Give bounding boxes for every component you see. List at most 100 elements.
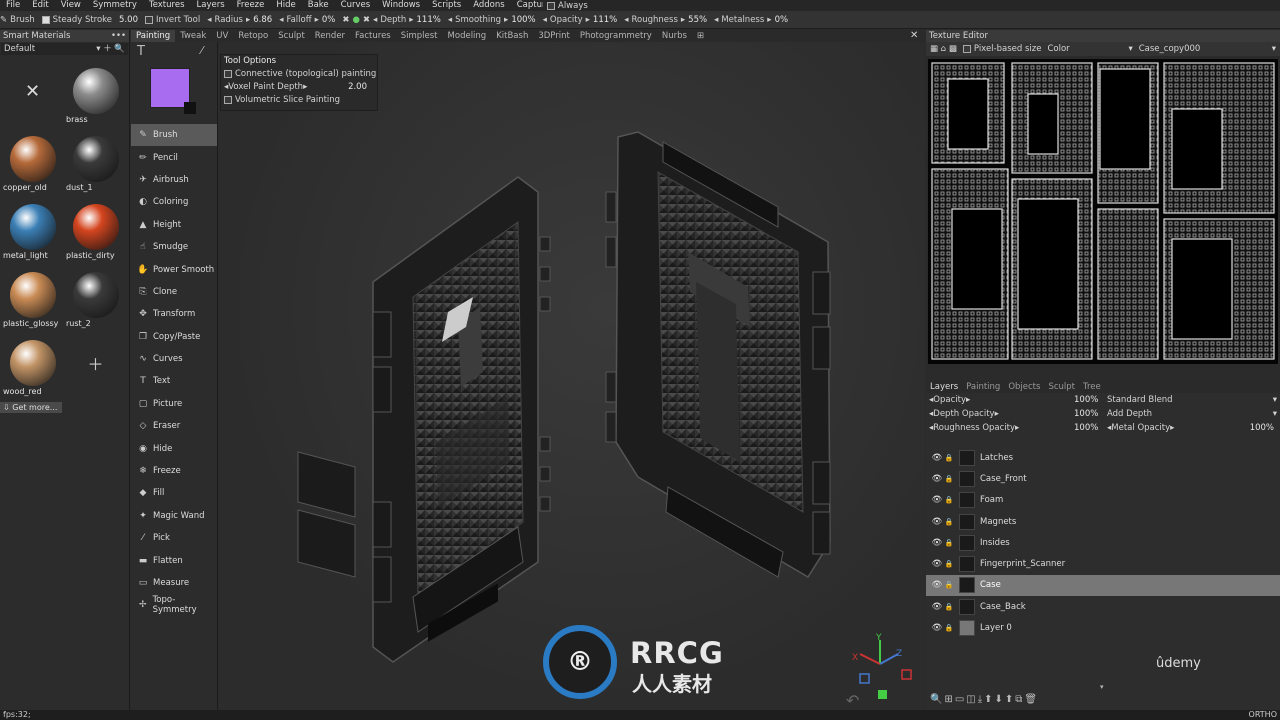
roughness-opacity-row[interactable]: ◂Roughness Opacity▸ 100% ◂Metal Opacity▸… <box>926 421 1280 435</box>
tab-tweak[interactable]: Tweak <box>175 30 211 42</box>
roughness-slider[interactable]: ◂ Roughness ▸ 55% <box>624 15 707 25</box>
opacity-row[interactable]: ◂Opacity▸ 100% Standard Blend ▾ <box>926 393 1280 407</box>
grid-icon[interactable]: ▦ ⌂ ▩ <box>930 44 957 54</box>
material-item[interactable]: metal_light <box>1 193 64 261</box>
smart-materials-preset-select[interactable]: Default ▾ ＋ 🔍 <box>1 43 128 55</box>
brush-tool-indicator[interactable]: ✎ Brush <box>0 15 35 25</box>
visibility-eye-icon[interactable]: 👁 <box>930 538 944 548</box>
material-item[interactable]: dust_1 <box>64 125 127 193</box>
tool-magic-wand[interactable]: ✦ Magic Wand <box>131 505 217 527</box>
tool-copy-paste[interactable]: ❐ Copy/Paste <box>131 326 217 348</box>
menu-item-layers[interactable]: Layers <box>191 0 231 11</box>
tab-sculpt[interactable]: Sculpt <box>273 30 310 42</box>
secondary-color-swatch[interactable] <box>184 102 196 114</box>
layer-actions-toolbar[interactable]: 🔍⊞▭◫⤓⬆⬇⬆⧉🗑 <box>930 694 1039 705</box>
material-item[interactable]: rust_2 <box>64 261 127 329</box>
tool-transform[interactable]: ✥ Transform <box>131 303 217 325</box>
tool-airbrush[interactable]: ✈ Airbrush <box>131 169 217 191</box>
lock-icon[interactable]: 🔒 <box>944 603 954 611</box>
layer-row[interactable]: 👁 🔒 Case_Front <box>926 468 1280 489</box>
pixel-based-size-toggle[interactable]: Pixel-based size <box>962 44 1041 54</box>
depth-opacity-row[interactable]: ◂Depth Opacity▸ 100% Add Depth ▾ <box>926 407 1280 421</box>
close-icon[interactable]: ✕ <box>910 30 918 41</box>
visibility-eye-icon[interactable]: 👁 <box>930 602 944 612</box>
menu-item-hide[interactable]: Hide <box>270 0 301 11</box>
texture-select[interactable]: Case_copy000 <box>1139 44 1201 54</box>
visibility-eye-icon[interactable]: 👁 <box>930 495 944 505</box>
blend-mode-select[interactable]: Standard Blend <box>1107 395 1173 405</box>
tab-modeling[interactable]: Modeling <box>443 30 492 42</box>
menu-item-symmetry[interactable]: Symmetry <box>87 0 143 11</box>
lock-icon[interactable]: 🔒 <box>944 539 954 547</box>
tool-pencil[interactable]: ✏ Pencil <box>131 146 217 168</box>
material-item[interactable]: wood_red <box>1 329 64 397</box>
layers-tab-layers[interactable]: Layers <box>926 382 962 392</box>
close-icon[interactable]: ✕ <box>25 81 40 102</box>
tab-uv[interactable]: UV <box>211 30 233 42</box>
menu-item-view[interactable]: View <box>55 0 87 11</box>
tab-painting[interactable]: Painting <box>131 30 176 42</box>
layer-row[interactable]: 👁 🔒 Fingerprint_Scanner <box>926 553 1280 574</box>
layers-tab-painting[interactable]: Painting <box>962 382 1004 392</box>
lock-icon[interactable]: 🔒 <box>944 475 954 483</box>
menu-item-freeze[interactable]: Freeze <box>231 0 271 11</box>
visibility-eye-icon[interactable]: 👁 <box>930 580 944 590</box>
layer-row[interactable]: 👁 🔒 Case_Back <box>926 596 1280 617</box>
menu-item-windows[interactable]: Windows <box>376 0 426 11</box>
visibility-eye-icon[interactable]: 👁 <box>930 517 944 527</box>
depth-slider[interactable]: ✖ ● ✖ ◂ Depth ▸ 111% <box>342 15 440 25</box>
steady-stroke-toggle[interactable]: Steady Stroke <box>41 15 112 25</box>
tab-photogrammetry[interactable]: Photogrammetry <box>575 30 657 42</box>
tool-pick[interactable]: ⁄ Pick <box>131 527 217 549</box>
material-item[interactable]: copper_old <box>1 125 64 193</box>
visibility-eye-icon[interactable]: 👁 <box>930 453 944 463</box>
menu-item-file[interactable]: File <box>0 0 26 11</box>
menu-item-edit[interactable]: Edit <box>26 0 54 11</box>
tool-eraser[interactable]: ◇ Eraser <box>131 415 217 437</box>
lock-icon[interactable]: 🔒 <box>944 624 954 632</box>
lock-icon[interactable]: 🔒 <box>944 560 954 568</box>
layer-row[interactable]: 👁 🔒 Magnets <box>926 511 1280 532</box>
steady-stroke-value[interactable]: 5.00 <box>119 15 138 25</box>
visibility-eye-icon[interactable]: 👁 <box>930 559 944 569</box>
tool-topo-symmetry[interactable]: ✢ Topo-Symmetry <box>131 594 217 616</box>
material-item[interactable]: brass <box>64 57 127 125</box>
material-item[interactable]: plastic_glossy <box>1 261 64 329</box>
metal-opacity-slider[interactable]: ◂Metal Opacity▸ <box>1107 423 1174 433</box>
axis-gizmo[interactable]: Y X Z <box>852 633 912 699</box>
tool-text[interactable]: T Text <box>131 370 217 392</box>
tool-hide[interactable]: ◉ Hide <box>131 437 217 459</box>
material-item[interactable]: ＋ <box>64 329 127 397</box>
tool-height[interactable]: ▲ Height <box>131 214 217 236</box>
uv-texture-canvas[interactable] <box>928 59 1278 364</box>
radius-slider[interactable]: ◂ Radius ▸ 6.86 <box>207 15 272 25</box>
visibility-eye-icon[interactable]: 👁 <box>930 474 944 484</box>
add-material-icon[interactable]: ＋ <box>87 351 103 375</box>
menu-item-scripts[interactable]: Scripts <box>426 0 467 11</box>
tool-curves[interactable]: ∿ Curves <box>131 348 217 370</box>
tab-3dprint[interactable]: 3DPrint <box>533 30 575 42</box>
menu-item-addons[interactable]: Addons <box>467 0 510 11</box>
channel-select[interactable]: Color <box>1047 44 1122 54</box>
3d-viewport[interactable]: Tool Options Connective (topological) pa… <box>218 42 925 710</box>
tab-simplest[interactable]: Simplest <box>396 30 443 42</box>
add-tab-icon[interactable]: ⊞ <box>692 30 709 42</box>
menu-item-bake[interactable]: Bake <box>302 0 335 11</box>
material-item[interactable]: ✕ <box>1 57 64 125</box>
tool-coloring[interactable]: ◐ Coloring <box>131 191 217 213</box>
layers-tab-objects[interactable]: Objects <box>1004 382 1044 392</box>
visibility-eye-icon[interactable]: 👁 <box>930 623 944 633</box>
metalness-slider[interactable]: ◂ Metalness ▸ 0% <box>714 15 788 25</box>
more-icon[interactable]: ••• <box>111 30 126 42</box>
smoothing-slider[interactable]: ◂ Smoothing ▸ 100% <box>448 15 536 25</box>
layer-row[interactable]: 👁 🔒 Case <box>926 574 1280 597</box>
tab-factures[interactable]: Factures <box>350 30 396 42</box>
tool-clone[interactable]: ⎘ Clone <box>131 281 217 303</box>
lock-icon[interactable]: 🔒 <box>944 454 954 462</box>
layer-row[interactable]: 👁 🔒 Layer 0 <box>926 617 1280 638</box>
depth-mode-select[interactable]: Add Depth <box>1107 409 1152 419</box>
layers-tab-tree[interactable]: Tree <box>1079 382 1105 392</box>
falloff-slider[interactable]: ◂ Falloff ▸ 0% <box>279 15 335 25</box>
connective-painting-toggle[interactable]: Connective (topological) painting <box>221 67 377 80</box>
get-more-button[interactable]: ⇩ Get more... <box>0 402 62 413</box>
